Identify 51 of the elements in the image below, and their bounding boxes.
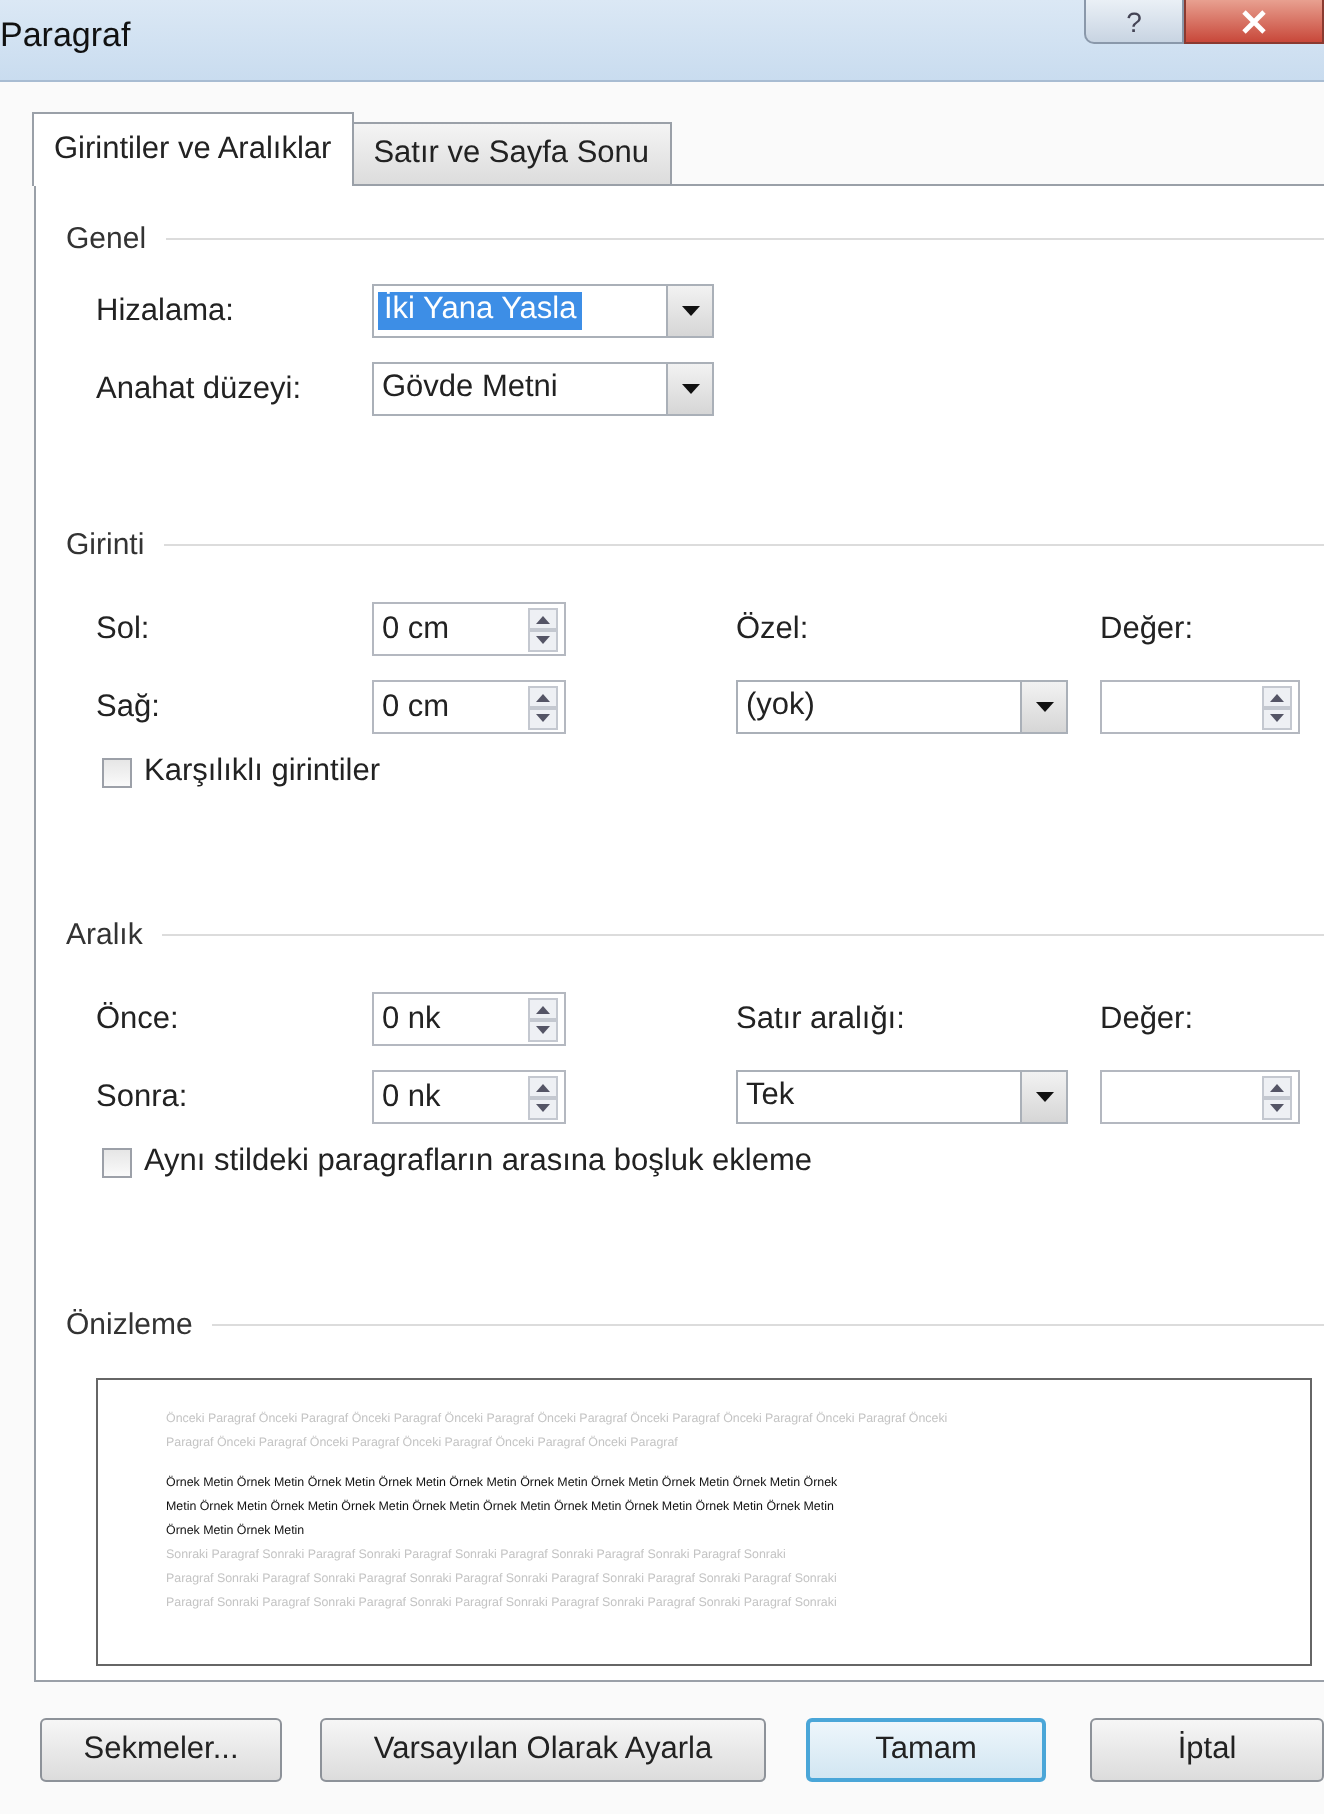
tab[interactable]: Satır ve Sayfa Sonu xyxy=(351,122,672,184)
caret-icon xyxy=(1035,702,1053,712)
spin-field[interactable]: 0 cm xyxy=(372,602,566,656)
section-heading: Girinti xyxy=(66,528,145,562)
close-icon xyxy=(1242,9,1266,33)
dropdown-button[interactable] xyxy=(666,286,712,336)
checkbox-label: Aynı stildeki paragrafların arasına boşluk ekleme xyxy=(144,1144,812,1180)
field-label: Satır aralığı: xyxy=(736,1001,907,1037)
caret-icon xyxy=(1035,1092,1053,1102)
spin-field[interactable]: 0 nk xyxy=(372,992,566,1046)
spin-arrows-icon xyxy=(528,685,558,729)
tab[interactable]: Girintiler ve Aralıklar xyxy=(32,112,354,186)
dropdown-field[interactable]: (yok) xyxy=(736,680,1068,734)
dropdown-field[interactable]: Tek xyxy=(736,1070,1068,1124)
dropdown-button[interactable] xyxy=(666,364,712,414)
window-title: Paragraf xyxy=(0,16,131,56)
spin-field[interactable]: 0 cm xyxy=(372,680,566,734)
field-label: Özel: xyxy=(736,611,811,647)
spin-field[interactable] xyxy=(1100,1070,1300,1124)
close-button[interactable] xyxy=(1184,0,1324,44)
field-label: Değer: xyxy=(1100,1001,1196,1037)
checkbox-label: Karşılıklı girintiler xyxy=(144,754,380,790)
spin-arrows-icon xyxy=(528,997,558,1041)
section-heading: Genel xyxy=(66,222,147,256)
spin-arrows-icon xyxy=(1262,685,1292,729)
help-button[interactable]: ? xyxy=(1084,0,1184,44)
dialog-button[interactable]: Sekmeler... xyxy=(40,1718,282,1782)
dropdown-button[interactable] xyxy=(1020,1072,1066,1122)
checkbox[interactable] xyxy=(102,757,132,787)
spin-arrows-icon xyxy=(1262,1075,1292,1119)
dropdown-button[interactable] xyxy=(1020,682,1066,732)
field-label: Önce: xyxy=(96,1001,181,1037)
field-label: Anahat düzeyi: xyxy=(96,371,304,407)
field-label: Hizalama: xyxy=(96,293,236,329)
field-label: Sonra: xyxy=(96,1079,190,1115)
checkbox[interactable] xyxy=(102,1147,132,1177)
spin-field[interactable] xyxy=(1100,680,1300,734)
field-label: Sol: xyxy=(96,611,152,647)
caret-icon xyxy=(681,384,699,394)
dialog-button[interactable]: Varsayılan Olarak Ayarla xyxy=(320,1718,766,1782)
spin-field[interactable]: 0 nk xyxy=(372,1070,566,1124)
spin-arrows-icon xyxy=(528,607,558,651)
field-label: Sağ: xyxy=(96,689,162,725)
dialog-button[interactable]: Tamam xyxy=(806,1718,1046,1782)
section-heading: Önizleme xyxy=(66,1308,193,1342)
field-label: Değer: xyxy=(1100,611,1196,647)
dropdown-field[interactable]: Gövde Metni xyxy=(372,362,714,416)
caret-icon xyxy=(681,306,699,316)
spin-arrows-icon xyxy=(528,1075,558,1119)
dialog-button[interactable]: İptal xyxy=(1090,1718,1324,1782)
section-heading: Aralık xyxy=(66,918,143,952)
